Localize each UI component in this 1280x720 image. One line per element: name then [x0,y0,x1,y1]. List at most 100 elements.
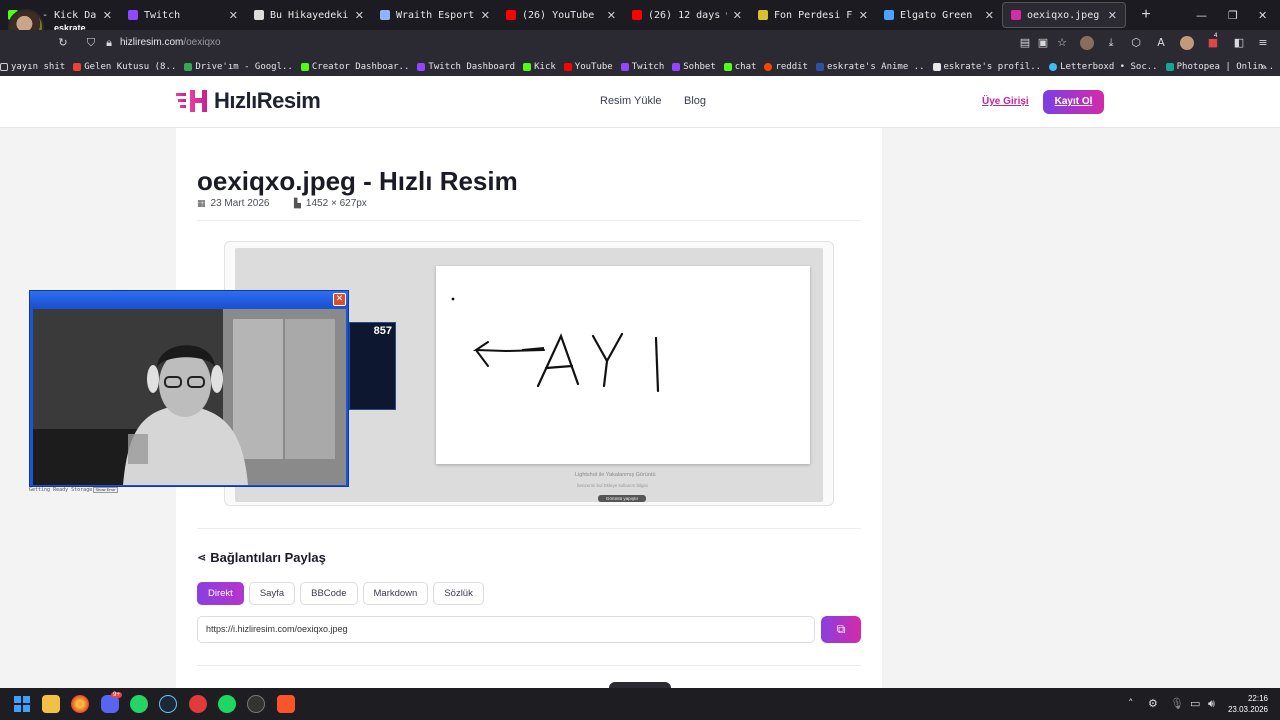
extension-badge-icon[interactable]: ■ [1206,36,1220,50]
bookmark-folder[interactable]: yayın shit [0,62,65,72]
share-link-field[interactable]: https://i.hizliresim.com/oexiqxo.jpeg [197,616,815,643]
lightshot-button: Görüntü yapıştır [598,495,646,502]
share-format-tabs: Direkt Sayfa BBCode Markdown Sözlük [197,582,489,605]
gmail-icon [73,63,82,71]
logo-h-icon [176,88,212,114]
steam-icon[interactable] [159,695,177,713]
bookmark-item[interactable]: Drive'ım - Googl.. [184,62,293,72]
kick-icon [723,63,732,71]
tab-bbcode[interactable]: BBCode [300,582,358,605]
tab-title: oexiqxo.jpeg - Hız [1027,9,1102,21]
browser-tab-active[interactable]: oexiqxo.jpeg - Hız ✕ [1002,2,1126,28]
signup-button[interactable]: Kayıt Ol [1043,90,1104,114]
restore-icon[interactable]: ❐ [1228,0,1238,30]
network-icon[interactable]: ▭ [1190,697,1200,710]
sidebar-toggle-icon[interactable]: ◧ [1232,36,1246,50]
extension-badge-count: 4 [1214,33,1218,39]
tab-markdown[interactable]: Markdown [362,582,429,605]
address-bar[interactable]: hizliresim.com/oexiqxo [120,37,221,48]
close-tab-icon[interactable]: ✕ [733,9,742,22]
bookmark-label: Creator Dashboar.. [311,62,410,72]
clock-time: 22:16 [1247,694,1268,703]
overlay-show-error-button[interactable]: Show Error [93,487,118,493]
myanimelist-icon [815,63,824,71]
obs-like-app-icon[interactable] [189,695,207,713]
navigation-bar: ↻ ⛉ 🔒︎ hizliresim.com/oexiqxo ▤ ▣ ☆ ⤓ ⬡ … [0,30,1280,58]
copy-link-button[interactable]: ⧉ [821,616,861,643]
nav-upload-link[interactable]: Resim Yükle [600,95,662,107]
tray-app-icon[interactable]: ⚙ [1148,697,1158,710]
browser-tab[interactable]: (26) 12 days worki ✕ [624,2,750,28]
bookmark-item[interactable]: Twitch Dashboard [417,62,515,72]
close-tab-icon[interactable]: ✕ [229,9,238,22]
system-clock[interactable]: 22:16 23.03.2026 [1226,693,1268,715]
site-logo[interactable]: HızlıResim [176,88,321,114]
close-tab-icon[interactable]: ✕ [859,9,868,22]
close-tab-icon[interactable]: ✕ [607,9,616,22]
webcam-overlay-window[interactable]: ✕ [29,290,349,487]
bookmark-item[interactable]: Creator Dashboar.. [300,62,410,72]
close-window-icon[interactable]: ✕ [1258,0,1267,30]
close-tab-icon[interactable]: ✕ [103,9,112,22]
profile-icon[interactable] [1080,36,1094,50]
bookmark-item[interactable]: reddit [764,62,808,72]
new-tab-icon[interactable]: + [1136,6,1156,24]
microphone-icon[interactable]: 🎙︎ [1170,697,1184,710]
browser-tab[interactable]: Bu Hikayedeki ö ✕ [246,2,372,28]
close-icon[interactable]: ✕ [333,293,346,306]
login-link[interactable]: Üye Girişi [982,96,1029,107]
bookmark-item[interactable]: eskrate's Anime .. [815,62,925,72]
bookmark-item[interactable]: Gelen Kutusu (8.. [73,62,176,72]
tracking-shield-icon[interactable]: ⛉ [84,36,98,50]
close-tab-icon[interactable]: ✕ [985,9,994,22]
bookmark-item[interactable]: Twitch [620,62,665,72]
browser-tab[interactable]: Twitch ✕ [120,2,246,28]
tab-title: (26) 12 days worki [648,9,727,21]
tab-title: Twitch [144,9,181,21]
close-tab-icon[interactable]: ✕ [481,9,490,22]
tray-overflow-icon[interactable]: ˄ [1128,697,1134,710]
lock-icon[interactable]: 🔒︎ [102,36,116,50]
account-avatar-icon[interactable] [1180,36,1194,50]
screenshot-icon[interactable]: ▣ [1036,36,1050,50]
dimensions-text: 1452 × 627px [305,198,367,209]
bookmark-item[interactable]: Kick [523,62,556,72]
bookmark-item[interactable]: eskrate's profil.. [932,62,1041,72]
tab-direct[interactable]: Direkt [197,582,244,605]
tab-sozluk[interactable]: Sözlük [433,582,484,605]
brave-icon[interactable] [277,695,295,713]
file-explorer-icon[interactable] [42,695,60,713]
close-tab-icon[interactable]: ✕ [355,9,364,22]
browser-tab[interactable]: Elgato Green Scree ✕ [876,2,1002,28]
extensions-icon[interactable]: ⬡ [1129,36,1143,50]
windows-start-icon[interactable] [13,695,31,713]
minimize-icon[interactable]: — [1196,0,1207,30]
webcam-title-bar[interactable] [30,291,348,308]
nav-blog-link[interactable]: Blog [684,95,706,107]
bookmark-item[interactable]: Letterboxd • Soc.. [1049,62,1158,72]
bookmark-label: Twitch [631,62,665,72]
firefox-icon[interactable] [71,695,89,713]
volume-icon[interactable]: 🔊︎ [1208,697,1215,711]
browser-tab[interactable]: Wraith Esports ✕ [372,2,498,28]
reload-icon[interactable]: ↻ [56,36,70,50]
tab-title: Elgato Green Scree [900,9,979,21]
browser-tab[interactable]: (26) YouTube ✕ [498,2,624,28]
bookmark-star-icon[interactable]: ☆ [1055,36,1069,50]
translate-icon[interactable]: A [1154,36,1168,50]
browser-tab[interactable]: Fon Perdesi Fiyatl ✕ [750,2,876,28]
spotify-icon[interactable] [218,695,236,713]
obs-studio-icon[interactable] [247,695,265,713]
bookmark-item[interactable]: chat [723,62,756,72]
bookmark-item[interactable]: Photopea | Onlin.. [1165,62,1274,72]
bookmark-item[interactable]: Sohbet [672,62,716,72]
downloads-icon[interactable]: ⤓ [1104,36,1118,50]
whatsapp-icon[interactable] [130,695,148,713]
close-tab-icon[interactable]: ✕ [1108,9,1117,22]
menu-icon[interactable]: ≡ [1256,36,1270,50]
more-bookmarks-icon[interactable]: » [1260,60,1267,73]
bookmark-item[interactable]: YouTube [563,62,613,72]
share-icon: ⋖ [197,551,207,564]
reader-view-icon[interactable]: ▤ [1018,36,1032,50]
tab-page[interactable]: Sayfa [248,582,296,605]
